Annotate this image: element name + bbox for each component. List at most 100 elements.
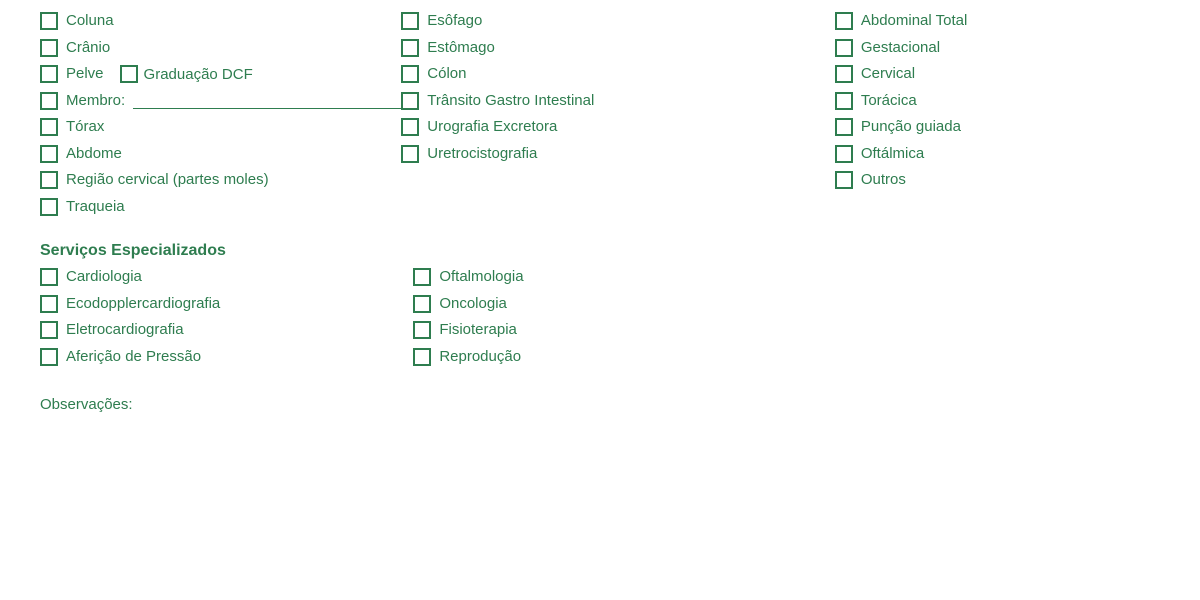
col3: Abdominal Total Gestacional Cervical Tor…	[835, 10, 1160, 218]
label-urografia: Urografia Excretora	[427, 116, 557, 139]
label-transito: Trânsito Gastro Intestinal	[427, 90, 594, 113]
checkbox-abdome[interactable]	[40, 145, 58, 163]
list-item: Fisioterapia	[413, 319, 786, 342]
checkbox-abdominal-total[interactable]	[835, 12, 853, 30]
list-item: Abdome	[40, 143, 401, 166]
grad-dcf-group: Graduação DCF	[120, 65, 253, 83]
list-item: Urografia Excretora	[401, 116, 835, 139]
membro-underline	[133, 93, 401, 109]
list-item: Cólon	[401, 63, 835, 86]
list-item: Tórax	[40, 116, 401, 139]
checkbox-urografia[interactable]	[401, 118, 419, 136]
services-title: Serviços Especializados	[40, 242, 1160, 260]
list-item: Coluna	[40, 10, 401, 33]
label-abdome: Abdome	[66, 143, 122, 166]
list-item: Trânsito Gastro Intestinal	[401, 90, 835, 113]
checkbox-traqueia[interactable]	[40, 198, 58, 216]
list-item: Ecodopplercardiografia	[40, 293, 413, 316]
list-item: Gestacional	[835, 37, 1160, 60]
list-item: Cardiologia	[40, 266, 413, 289]
label-grad-dcf: Graduação DCF	[144, 66, 253, 83]
label-fisioterapia: Fisioterapia	[439, 319, 517, 342]
checkbox-grad-dcf[interactable]	[120, 65, 138, 83]
checkbox-ecodoppler[interactable]	[40, 295, 58, 313]
label-ecodoppler: Ecodopplercardiografia	[66, 293, 220, 316]
list-item: Oncologia	[413, 293, 786, 316]
checkbox-estomago[interactable]	[401, 39, 419, 57]
checkbox-colon[interactable]	[401, 65, 419, 83]
list-item: Região cervical (partes moles)	[40, 169, 401, 192]
label-oftalmica: Oftálmica	[861, 143, 924, 166]
observacoes-label: Observações:	[40, 396, 1160, 413]
checkbox-cardiologia[interactable]	[40, 268, 58, 286]
label-puncao-guiada: Punção guiada	[861, 116, 961, 139]
list-item: Estômago	[401, 37, 835, 60]
checkbox-regiao-cervical[interactable]	[40, 171, 58, 189]
label-traqueia: Traqueia	[66, 196, 125, 219]
checkbox-fisioterapia[interactable]	[413, 321, 431, 339]
checkbox-gestacional[interactable]	[835, 39, 853, 57]
checkbox-oftalmologia[interactable]	[413, 268, 431, 286]
services-col1: Cardiologia Ecodopplercardiografia Eletr…	[40, 266, 413, 368]
list-item: Cervical	[835, 63, 1160, 86]
services-col3-empty	[787, 266, 1160, 368]
pelve-row: Pelve Graduação DCF	[40, 63, 401, 86]
main-columns: Coluna Crânio Pelve Graduação DCF Membro…	[40, 10, 1160, 218]
label-cardiologia: Cardiologia	[66, 266, 142, 289]
label-oncologia: Oncologia	[439, 293, 507, 316]
label-torax: Tórax	[66, 116, 104, 139]
checkbox-puncao-guiada[interactable]	[835, 118, 853, 136]
label-afericao: Aferição de Pressão	[66, 346, 201, 369]
label-oftalmologia: Oftalmologia	[439, 266, 523, 289]
checkbox-uretrocistografia[interactable]	[401, 145, 419, 163]
list-item: Eletrocardiografia	[40, 319, 413, 342]
list-item: Esôfago	[401, 10, 835, 33]
checkbox-reproducao[interactable]	[413, 348, 431, 366]
list-item: Reprodução	[413, 346, 786, 369]
list-item: Outros	[835, 169, 1160, 192]
list-item: Oftálmica	[835, 143, 1160, 166]
checkbox-membro[interactable]	[40, 92, 58, 110]
checkbox-coluna[interactable]	[40, 12, 58, 30]
checkbox-eletrocardiografia[interactable]	[40, 321, 58, 339]
label-gestacional: Gestacional	[861, 37, 940, 60]
label-cervical: Cervical	[861, 63, 915, 86]
checkbox-pelve[interactable]	[40, 65, 58, 83]
services-section: Serviços Especializados Cardiologia Ecod…	[40, 242, 1160, 368]
checkbox-cervical[interactable]	[835, 65, 853, 83]
checkbox-toracica[interactable]	[835, 92, 853, 110]
services-col2: Oftalmologia Oncologia Fisioterapia Repr…	[413, 266, 786, 368]
checkbox-oncologia[interactable]	[413, 295, 431, 313]
list-item: Punção guiada	[835, 116, 1160, 139]
label-cranio: Crânio	[66, 37, 110, 60]
list-item: Pelve	[40, 63, 104, 86]
col2: Esôfago Estômago Cólon Trânsito Gastro I…	[401, 10, 835, 218]
label-membro: Membro:	[66, 90, 125, 113]
checkbox-outros[interactable]	[835, 171, 853, 189]
checkbox-transito[interactable]	[401, 92, 419, 110]
list-item: Membro:	[40, 90, 401, 113]
list-item: Abdominal Total	[835, 10, 1160, 33]
checkbox-cranio[interactable]	[40, 39, 58, 57]
services-columns: Cardiologia Ecodopplercardiografia Eletr…	[40, 266, 1160, 368]
col1: Coluna Crânio Pelve Graduação DCF Membro…	[40, 10, 401, 218]
list-item: Torácica	[835, 90, 1160, 113]
label-esofago: Esôfago	[427, 10, 482, 33]
list-item: Aferição de Pressão	[40, 346, 413, 369]
label-uretrocistografia: Uretrocistografia	[427, 143, 537, 166]
label-toracica: Torácica	[861, 90, 917, 113]
label-estomago: Estômago	[427, 37, 495, 60]
label-coluna: Coluna	[66, 10, 114, 33]
checkbox-oftalmica[interactable]	[835, 145, 853, 163]
label-pelve: Pelve	[66, 63, 104, 86]
checkbox-afericao[interactable]	[40, 348, 58, 366]
label-regiao-cervical: Região cervical (partes moles)	[66, 169, 269, 192]
label-colon: Cólon	[427, 63, 466, 86]
list-item: Traqueia	[40, 196, 401, 219]
checkbox-torax[interactable]	[40, 118, 58, 136]
list-item: Oftalmologia	[413, 266, 786, 289]
checkbox-esofago[interactable]	[401, 12, 419, 30]
label-outros: Outros	[861, 169, 906, 192]
list-item: Crânio	[40, 37, 401, 60]
label-abdominal-total: Abdominal Total	[861, 10, 967, 33]
